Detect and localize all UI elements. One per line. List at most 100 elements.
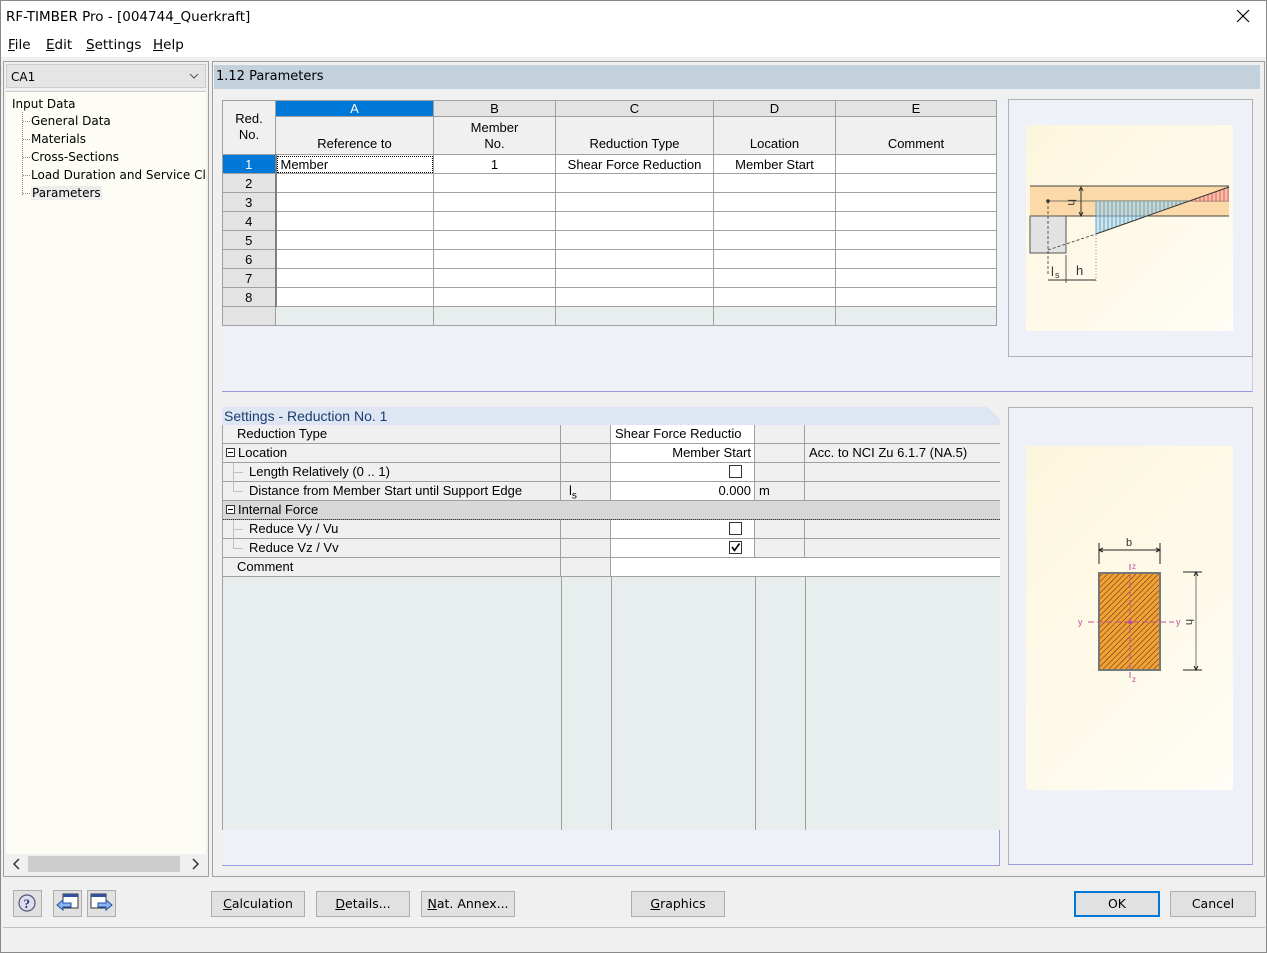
cell-member-no[interactable] [433, 211, 556, 231]
case-selector-value: CA1 [11, 70, 36, 84]
graphics-button[interactable]: Graphics [631, 891, 725, 917]
ok-button[interactable]: OK [1074, 891, 1160, 917]
tree-item-parameters[interactable]: Parameters [31, 186, 102, 200]
cell-comment[interactable] [835, 211, 997, 231]
column-header-comment: Comment [835, 116, 997, 155]
cell-member-no[interactable]: 1 [433, 154, 556, 174]
cell-comment[interactable] [835, 249, 997, 269]
tree-item-general-data[interactable]: General Data [31, 114, 111, 128]
cell-location[interactable] [713, 230, 836, 250]
tree-connector [233, 529, 243, 530]
menu-settings-mnemonic: S [86, 37, 95, 53]
table-row: 2 [222, 173, 997, 193]
location-select[interactable]: Member Start [611, 444, 755, 462]
row-number[interactable]: 6 [222, 249, 277, 269]
scrollbar-thumb[interactable] [28, 856, 180, 872]
row-number[interactable]: 7 [222, 268, 277, 288]
cell-reference[interactable]: Member [275, 154, 434, 174]
cell-comment[interactable] [835, 154, 997, 174]
cell-reduction-type[interactable] [555, 287, 714, 307]
column-letter-b[interactable]: B [433, 100, 556, 117]
collapse-icon[interactable] [226, 448, 235, 457]
cell-reduction-type[interactable] [555, 230, 714, 250]
scroll-left-icon[interactable] [10, 857, 24, 871]
row-number[interactable]: 4 [222, 211, 277, 231]
menu-edit[interactable]: Edit [46, 37, 72, 53]
cell-location[interactable] [713, 249, 836, 269]
menu-file[interactable]: File [8, 37, 31, 53]
length-relatively-checkbox[interactable] [729, 465, 742, 479]
cell-location[interactable] [713, 192, 836, 212]
cell-member-no[interactable] [433, 192, 556, 212]
settings-grid: Reduction Type Shear Force Reductio Loca… [222, 425, 1000, 865]
menu-help[interactable]: Help [153, 37, 184, 53]
cell-comment[interactable] [835, 192, 997, 212]
scroll-right-icon[interactable] [188, 857, 202, 871]
cell-reduction-type[interactable]: Shear Force Reduction [555, 154, 714, 174]
reduce-vy-checkbox[interactable] [729, 522, 742, 536]
y-axis-label-right: y [1176, 617, 1181, 627]
cancel-button[interactable]: Cancel [1170, 891, 1256, 917]
column-letter-a[interactable]: A [275, 100, 434, 117]
previous-window-button[interactable] [53, 890, 82, 917]
horizontal-scrollbar[interactable] [6, 854, 206, 874]
help-button[interactable]: ? [13, 890, 42, 917]
cell-reference[interactable] [275, 173, 434, 193]
collapse-icon[interactable] [226, 505, 235, 514]
cell-location[interactable] [713, 268, 836, 288]
column-letter-d[interactable]: D [713, 100, 836, 117]
cell-member-no[interactable] [433, 249, 556, 269]
cell-comment[interactable] [835, 268, 997, 288]
details-button[interactable]: Details... [316, 891, 410, 917]
tree-item-cross-sections[interactable]: Cross-Sections [31, 150, 119, 164]
reduce-vz-checkbox[interactable] [729, 541, 742, 555]
nat-annex-button[interactable]: Nat. Annex... [421, 891, 515, 917]
cell-location[interactable] [713, 287, 836, 307]
cell-member-no[interactable] [433, 287, 556, 307]
title-bar: RF-TIMBER Pro - [004744_Querkraft] [1, 1, 1266, 33]
column-header-label: Member No. [470, 120, 519, 151]
row-number[interactable]: 8 [222, 287, 277, 307]
tree-item-materials[interactable]: Materials [31, 132, 86, 146]
cell-reference[interactable] [275, 230, 434, 250]
cell-member-no[interactable] [433, 173, 556, 193]
case-selector[interactable]: CA1 [6, 64, 206, 88]
distance-input[interactable]: 0.000 [611, 482, 755, 500]
setting-symbol [561, 463, 611, 481]
calculation-button[interactable]: Calculation [211, 891, 305, 917]
tree-item-load-duration[interactable]: Load Duration and Service Clas [31, 168, 206, 182]
row-number[interactable]: 2 [222, 173, 277, 193]
cell-reference[interactable] [275, 249, 434, 269]
cell-reduction-type[interactable] [555, 249, 714, 269]
setting-row-reduce-vz: Reduce Vz / Vv [223, 539, 1000, 558]
cell-comment[interactable] [835, 230, 997, 250]
setting-value [611, 463, 755, 481]
cell-member-no[interactable] [433, 230, 556, 250]
close-icon[interactable] [1234, 7, 1252, 25]
column-letter-c[interactable]: C [555, 100, 714, 117]
cell-reference[interactable] [275, 211, 434, 231]
row-number[interactable]: 1 [222, 154, 277, 174]
cell-member-no[interactable] [433, 268, 556, 288]
mnemonic: N [427, 896, 437, 911]
cell-reference[interactable] [275, 268, 434, 288]
cell-location[interactable] [713, 211, 836, 231]
cell-reduction-type[interactable] [555, 173, 714, 193]
column-letter-e[interactable]: E [835, 100, 997, 117]
next-window-button[interactable] [87, 890, 116, 917]
cell-reduction-type[interactable] [555, 268, 714, 288]
cell-reduction-type[interactable] [555, 192, 714, 212]
row-number[interactable]: 5 [222, 230, 277, 250]
menu-settings[interactable]: Settings [86, 37, 141, 53]
cell-comment[interactable] [835, 287, 997, 307]
reduction-type-select[interactable]: Shear Force Reductio [611, 425, 755, 443]
row-number[interactable]: 3 [222, 192, 277, 212]
cell-comment[interactable] [835, 173, 997, 193]
cell-reduction-type[interactable] [555, 211, 714, 231]
cell-location[interactable]: Member Start [713, 154, 836, 174]
cell-reference[interactable] [275, 287, 434, 307]
tree-root-input-data[interactable]: Input Data [12, 97, 76, 111]
comment-input[interactable] [611, 558, 1000, 576]
cell-reference[interactable] [275, 192, 434, 212]
cell-location[interactable] [713, 173, 836, 193]
